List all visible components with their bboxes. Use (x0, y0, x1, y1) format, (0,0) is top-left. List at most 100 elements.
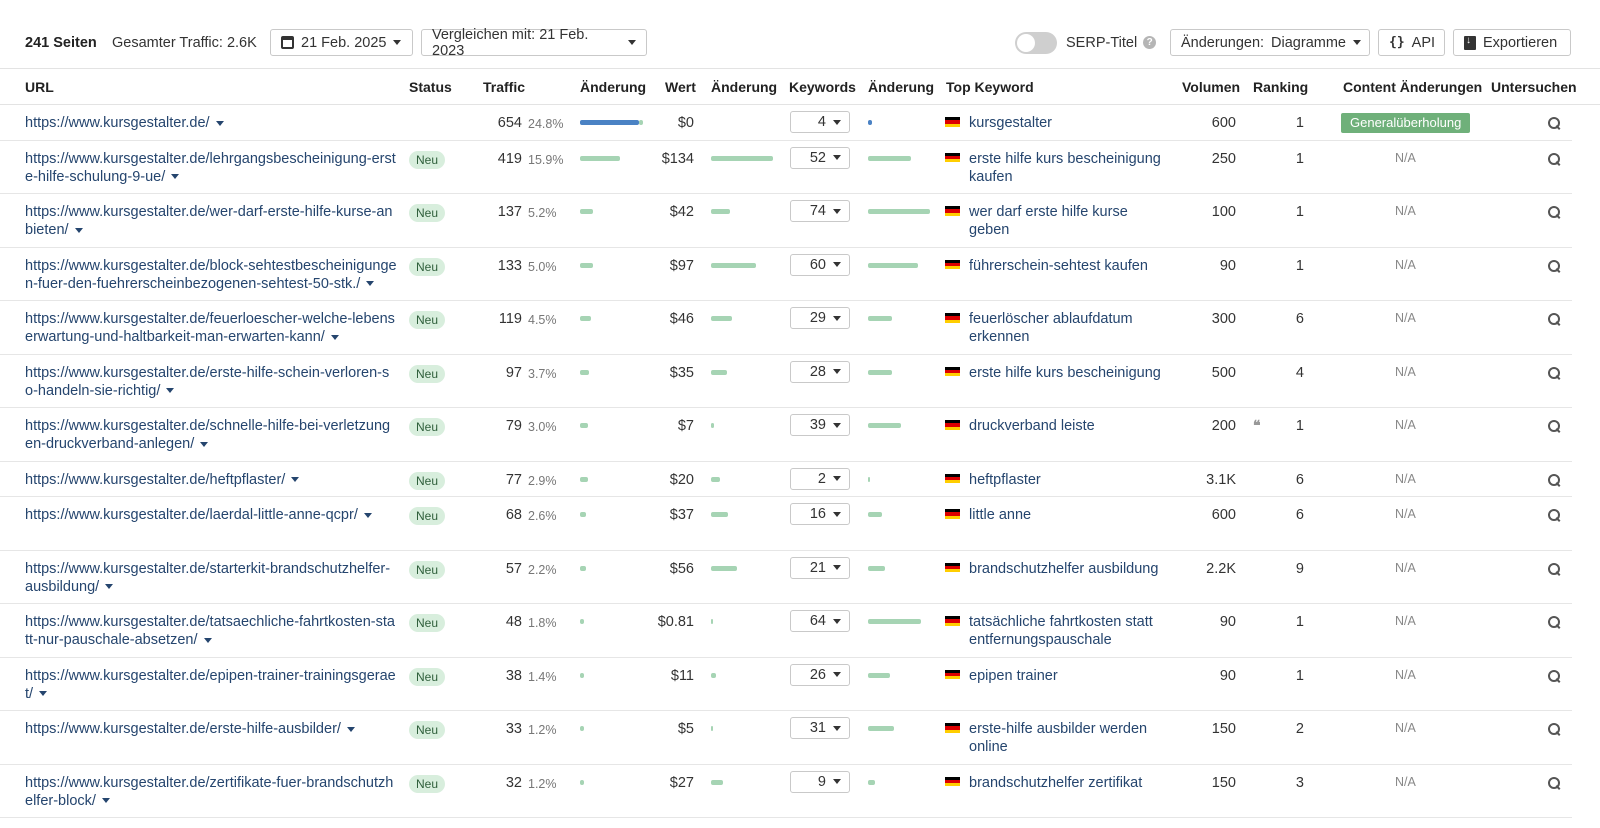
col-url[interactable]: URL (25, 79, 54, 95)
col-ranking[interactable]: Ranking (1253, 79, 1308, 95)
chevron-down-icon[interactable] (291, 477, 300, 483)
keywords-dropdown[interactable]: 4 (790, 111, 850, 133)
search-icon[interactable] (1548, 366, 1560, 379)
url-text[interactable]: https://www.kursgestalter.de/heftpflaste… (25, 472, 285, 488)
search-icon[interactable] (1548, 259, 1560, 272)
url-text[interactable]: https://www.kursgestalter.de/wer-darf-er… (25, 204, 392, 238)
url-link[interactable]: https://www.kursgestalter.de/tatsaechlic… (25, 613, 397, 649)
compare-date-button[interactable]: Vergleichen mit: 21 Feb. 2023 (421, 27, 647, 59)
url-text[interactable]: https://www.kursgestalter.de/tatsaechlic… (25, 614, 395, 648)
url-link[interactable]: https://www.kursgestalter.de/epipen-trai… (25, 667, 397, 703)
top-keyword-link[interactable]: führerschein-sehtest kaufen (969, 257, 1169, 275)
keywords-dropdown[interactable]: 28 (790, 360, 850, 383)
url-link[interactable]: https://www.kursgestalter.de/schnelle-hi… (25, 417, 397, 453)
col-status[interactable]: Status (409, 79, 452, 95)
help-icon[interactable]: ? (1143, 36, 1157, 49)
url-text[interactable]: https://www.kursgestalter.de/erste-hilfe… (25, 365, 389, 399)
chevron-down-icon[interactable] (346, 726, 355, 732)
col-volume[interactable]: Volumen (1182, 79, 1240, 95)
keywords-dropdown[interactable]: 2 (790, 467, 850, 490)
top-keyword-link[interactable]: tatsächliche fahrtkosten statt entfernun… (969, 613, 1169, 649)
url-link[interactable]: https://www.kursgestalter.de/starterkit-… (25, 560, 397, 596)
col-keywords[interactable]: Keywords (789, 79, 856, 95)
search-icon[interactable] (1548, 509, 1560, 521)
url-link[interactable]: https://www.kursgestalter.de/erste-hilfe… (25, 364, 397, 400)
url-link[interactable]: https://www.kursgestalter.de/lehrgangsbe… (25, 150, 397, 186)
url-text[interactable]: https://www.kursgestalter.de/block-sehte… (25, 258, 397, 292)
url-text[interactable]: https://www.kursgestalter.de/ (25, 115, 210, 131)
search-icon[interactable] (1548, 206, 1560, 218)
chevron-down-icon[interactable] (330, 334, 339, 340)
url-link[interactable]: https://www.kursgestalter.de/feuerloesch… (25, 310, 397, 346)
top-keyword-link[interactable]: erste hilfe kurs bescheinigung kaufen (969, 150, 1169, 186)
url-link[interactable]: https://www.kursgestalter.de/block-sehte… (25, 257, 397, 293)
top-keyword-link[interactable]: little anne (969, 506, 1169, 524)
chevron-down-icon[interactable] (200, 441, 209, 447)
keywords-dropdown[interactable]: 21 (790, 556, 850, 579)
keywords-dropdown[interactable]: 9 (790, 770, 850, 793)
url-link[interactable]: https://www.kursgestalter.de/wer-darf-er… (25, 203, 397, 239)
search-icon[interactable] (1548, 616, 1560, 628)
api-button[interactable]: {} API (1378, 29, 1445, 56)
col-value[interactable]: Wert (665, 79, 696, 95)
keywords-dropdown[interactable]: 31 (790, 717, 850, 739)
search-icon[interactable] (1548, 669, 1560, 682)
url-text[interactable]: https://www.kursgestalter.de/feuerloesch… (25, 311, 395, 345)
chevron-down-icon[interactable] (215, 120, 224, 126)
top-keyword-link[interactable]: erste-hilfe ausbilder werden online (969, 720, 1169, 756)
url-text[interactable]: https://www.kursgestalter.de/laerdal-lit… (25, 507, 358, 523)
chevron-down-icon[interactable] (363, 512, 372, 518)
search-icon[interactable] (1548, 562, 1560, 575)
top-keyword-link[interactable]: wer darf erste hilfe kurse geben (969, 203, 1169, 239)
top-keyword-link[interactable]: brandschutzhelfer zertifikat (969, 774, 1169, 792)
url-link[interactable]: https://www.kursgestalter.de/heftpflaste… (25, 471, 397, 489)
chevron-down-icon[interactable] (101, 798, 110, 804)
chevron-down-icon[interactable] (366, 281, 375, 287)
top-keyword-link[interactable]: heftpflaster (969, 471, 1169, 489)
top-keyword-link[interactable]: epipen trainer (969, 667, 1169, 685)
url-link[interactable]: https://www.kursgestalter.de/erste-hilfe… (25, 720, 397, 738)
url-text[interactable]: https://www.kursgestalter.de/starterkit-… (25, 561, 390, 595)
col-keywords-change[interactable]: Änderung (868, 79, 934, 95)
keywords-dropdown[interactable]: 29 (790, 307, 850, 329)
url-text[interactable]: https://www.kursgestalter.de/erste-hilfe… (25, 721, 341, 737)
col-value-change[interactable]: Änderung (711, 79, 777, 95)
date-picker-button[interactable]: 21 Feb. 2025 (270, 29, 413, 56)
keywords-dropdown[interactable]: 26 (790, 663, 850, 686)
top-keyword-link[interactable]: erste hilfe kurs bescheinigung (969, 364, 1169, 382)
url-link[interactable]: https://www.kursgestalter.de/zertifikate… (25, 774, 397, 810)
keywords-dropdown[interactable]: 39 (790, 414, 850, 436)
top-keyword-link[interactable]: feuerlöscher ablaufdatum erkennen (969, 310, 1169, 346)
chevron-down-icon[interactable] (203, 637, 212, 643)
url-text[interactable]: https://www.kursgestalter.de/zertifikate… (25, 775, 393, 809)
chevron-down-icon[interactable] (74, 227, 83, 233)
col-top-keyword[interactable]: Top Keyword (946, 79, 1034, 95)
keywords-dropdown[interactable]: 74 (790, 200, 850, 222)
search-icon[interactable] (1548, 313, 1560, 325)
keywords-dropdown[interactable]: 64 (790, 610, 850, 632)
url-text[interactable]: https://www.kursgestalter.de/schnelle-hi… (25, 418, 390, 452)
changes-view-dropdown[interactable]: Änderungen: Diagramme (1170, 29, 1370, 56)
chevron-down-icon[interactable] (39, 691, 48, 697)
search-icon[interactable] (1548, 420, 1560, 432)
url-text[interactable]: https://www.kursgestalter.de/lehrgangsbe… (25, 151, 396, 185)
search-icon[interactable] (1548, 723, 1560, 735)
chevron-down-icon[interactable] (166, 388, 175, 394)
search-icon[interactable] (1548, 473, 1560, 486)
top-keyword-link[interactable]: kursgestalter (969, 114, 1169, 132)
top-keyword-link[interactable]: druckverband leiste (969, 417, 1169, 435)
keywords-dropdown[interactable]: 60 (790, 253, 850, 276)
top-keyword-link[interactable]: brandschutzhelfer ausbildung (969, 560, 1169, 578)
search-icon[interactable] (1548, 776, 1560, 789)
url-text[interactable]: https://www.kursgestalter.de/epipen-trai… (25, 668, 396, 702)
chevron-down-icon[interactable] (105, 584, 114, 590)
keywords-dropdown[interactable]: 52 (790, 146, 850, 169)
col-traffic[interactable]: Traffic (483, 79, 525, 95)
url-link[interactable]: https://www.kursgestalter.de/ (25, 114, 397, 132)
search-icon[interactable] (1548, 152, 1560, 165)
keywords-dropdown[interactable]: 16 (790, 503, 850, 525)
search-icon[interactable] (1548, 117, 1560, 129)
serp-title-toggle[interactable] (1015, 32, 1057, 54)
chevron-down-icon[interactable] (171, 174, 180, 180)
url-link[interactable]: https://www.kursgestalter.de/laerdal-lit… (25, 506, 397, 524)
